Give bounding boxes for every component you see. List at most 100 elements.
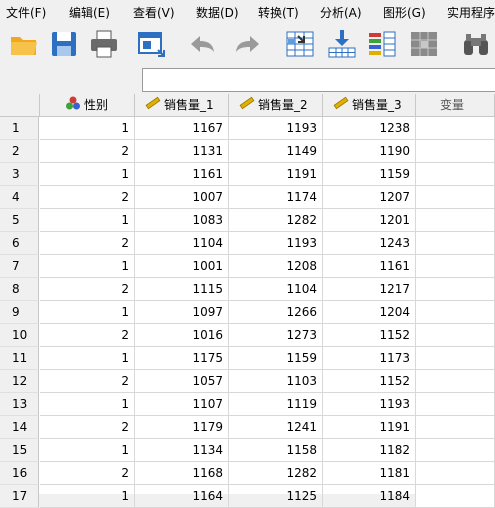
- menu-data[interactable]: 数据(D): [196, 4, 239, 21]
- menu-graphs[interactable]: 图形(G): [383, 4, 426, 21]
- save-icon[interactable]: [48, 28, 80, 60]
- table-cell[interactable]: 1158: [229, 439, 323, 462]
- empty-cell[interactable]: [416, 117, 495, 140]
- table-cell[interactable]: 1273: [229, 324, 323, 347]
- table-cell[interactable]: 1174: [229, 186, 323, 209]
- table-cell[interactable]: 2: [40, 324, 135, 347]
- table-cell[interactable]: 1149: [229, 140, 323, 163]
- column-header-sales-1[interactable]: 销售量_1: [135, 94, 229, 116]
- table-cell[interactable]: 1: [40, 163, 135, 186]
- table-cell[interactable]: 1182: [323, 439, 416, 462]
- table-cell[interactable]: 1282: [229, 462, 323, 485]
- find-icon[interactable]: [460, 28, 492, 60]
- row-number[interactable]: 11: [0, 347, 39, 370]
- table-cell[interactable]: 1159: [323, 163, 416, 186]
- empty-cell[interactable]: [416, 163, 495, 186]
- empty-cell[interactable]: [416, 393, 495, 416]
- table-cell[interactable]: 1217: [323, 278, 416, 301]
- row-number[interactable]: 1: [0, 117, 39, 140]
- column-header-empty-variable[interactable]: 变量: [416, 94, 495, 116]
- table-cell[interactable]: 2: [40, 232, 135, 255]
- table-cell[interactable]: 1: [40, 393, 135, 416]
- table-cell[interactable]: 1: [40, 347, 135, 370]
- table-cell[interactable]: 1238: [323, 117, 416, 140]
- table-cell[interactable]: 1097: [135, 301, 229, 324]
- open-folder-icon[interactable]: [8, 28, 40, 60]
- empty-cell[interactable]: [416, 301, 495, 324]
- row-number[interactable]: 4: [0, 186, 39, 209]
- table-cell[interactable]: 1173: [323, 347, 416, 370]
- table-cell[interactable]: 1152: [323, 324, 416, 347]
- cell-reference-box[interactable]: [0, 68, 138, 91]
- table-cell[interactable]: 1: [40, 439, 135, 462]
- row-number[interactable]: 5: [0, 209, 39, 232]
- goto-variable-icon[interactable]: [326, 28, 358, 60]
- row-number[interactable]: 13: [0, 393, 39, 416]
- row-number[interactable]: 14: [0, 416, 39, 439]
- table-cell[interactable]: 1134: [135, 439, 229, 462]
- table-cell[interactable]: 1131: [135, 140, 229, 163]
- row-number[interactable]: 9: [0, 301, 39, 324]
- menu-edit[interactable]: 编辑(E): [69, 4, 110, 21]
- goto-case-icon[interactable]: [284, 28, 316, 60]
- undo-icon[interactable]: [186, 28, 218, 60]
- table-cell[interactable]: 1103: [229, 370, 323, 393]
- table-cell[interactable]: 1107: [135, 393, 229, 416]
- table-cell[interactable]: 1152: [323, 370, 416, 393]
- table-cell[interactable]: 1175: [135, 347, 229, 370]
- table-cell[interactable]: 1: [40, 117, 135, 140]
- table-cell[interactable]: 1282: [229, 209, 323, 232]
- menu-file[interactable]: 文件(F): [6, 4, 46, 21]
- row-number[interactable]: 10: [0, 324, 39, 347]
- table-cell[interactable]: 1193: [229, 117, 323, 140]
- table-cell[interactable]: 1161: [135, 163, 229, 186]
- table-cell[interactable]: 1191: [229, 163, 323, 186]
- table-cell[interactable]: 1057: [135, 370, 229, 393]
- table-cell[interactable]: 2: [40, 370, 135, 393]
- table-cell[interactable]: 2: [40, 416, 135, 439]
- table-cell[interactable]: 1207: [323, 186, 416, 209]
- row-number[interactable]: 17: [0, 485, 39, 508]
- row-number[interactable]: 6: [0, 232, 39, 255]
- column-header-gender[interactable]: 性别: [40, 94, 135, 116]
- table-cell[interactable]: 1016: [135, 324, 229, 347]
- table-cell[interactable]: 1168: [135, 462, 229, 485]
- table-cell[interactable]: 1184: [323, 485, 416, 508]
- empty-cell[interactable]: [416, 324, 495, 347]
- corner-cell[interactable]: [0, 94, 40, 116]
- table-cell[interactable]: 1201: [323, 209, 416, 232]
- row-number[interactable]: 8: [0, 278, 39, 301]
- table-cell[interactable]: 1190: [323, 140, 416, 163]
- row-number[interactable]: 2: [0, 140, 39, 163]
- cell-value-input[interactable]: [142, 68, 495, 92]
- table-cell[interactable]: 2: [40, 140, 135, 163]
- split-file-icon[interactable]: [408, 28, 440, 60]
- empty-cell[interactable]: [416, 140, 495, 163]
- row-number[interactable]: 3: [0, 163, 39, 186]
- empty-cell[interactable]: [416, 232, 495, 255]
- empty-cell[interactable]: [416, 439, 495, 462]
- table-cell[interactable]: 1104: [229, 278, 323, 301]
- table-cell[interactable]: 1007: [135, 186, 229, 209]
- menu-analyze[interactable]: 分析(A): [320, 4, 362, 21]
- table-cell[interactable]: 1164: [135, 485, 229, 508]
- column-header-sales-3[interactable]: 销售量_3: [323, 94, 416, 116]
- empty-cell[interactable]: [416, 255, 495, 278]
- table-cell[interactable]: 1167: [135, 117, 229, 140]
- menu-transform[interactable]: 转换(T): [258, 4, 299, 21]
- row-number[interactable]: 15: [0, 439, 39, 462]
- table-cell[interactable]: 1208: [229, 255, 323, 278]
- table-cell[interactable]: 1161: [323, 255, 416, 278]
- table-cell[interactable]: 1115: [135, 278, 229, 301]
- table-cell[interactable]: 2: [40, 278, 135, 301]
- table-cell[interactable]: 2: [40, 186, 135, 209]
- table-cell[interactable]: 1125: [229, 485, 323, 508]
- print-icon[interactable]: [88, 28, 120, 60]
- table-cell[interactable]: 1191: [323, 416, 416, 439]
- empty-cell[interactable]: [416, 370, 495, 393]
- table-cell[interactable]: 2: [40, 462, 135, 485]
- empty-cell[interactable]: [416, 462, 495, 485]
- row-number[interactable]: 16: [0, 462, 39, 485]
- column-header-sales-2[interactable]: 销售量_2: [229, 94, 323, 116]
- empty-cell[interactable]: [416, 347, 495, 370]
